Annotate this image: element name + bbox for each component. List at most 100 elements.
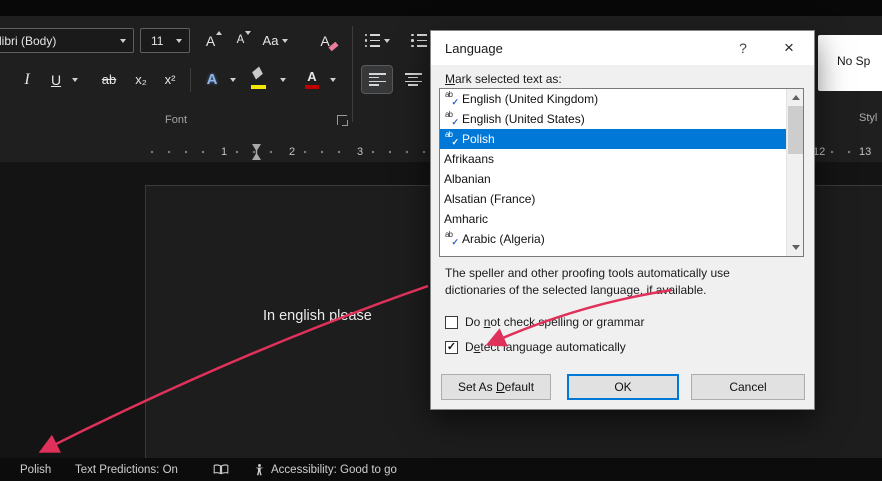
language-option[interactable]: English (United Kingdom): [440, 89, 788, 109]
styles-group-label: Styl: [859, 112, 878, 124]
checkbox-no-spellcheck-label: Do not check spelling or grammar: [465, 315, 645, 329]
divider: [190, 68, 191, 92]
chevron-down-icon: [229, 77, 236, 82]
language-option[interactable]: Albanian: [440, 169, 788, 189]
superscript-button[interactable]: x²: [157, 66, 183, 93]
scrollbar-thumb[interactable]: [788, 106, 803, 154]
language-option[interactable]: Alsatian (France): [440, 189, 788, 209]
indent-marker[interactable]: [252, 144, 261, 160]
font-color-bar: [305, 85, 319, 89]
chevron-down-icon: [120, 38, 126, 43]
titlebar-strip: [0, 0, 882, 16]
spellcheck-icon: [444, 90, 459, 108]
highlight-color-bar: [251, 85, 266, 89]
ruler-mark: 3: [354, 145, 367, 159]
scroll-down-button[interactable]: [787, 239, 803, 256]
checkbox-no-spellcheck[interactable]: Do not check spelling or grammar: [445, 315, 644, 329]
caret-down-icon: [245, 31, 251, 35]
set-as-default-button[interactable]: Set As Default: [441, 374, 551, 400]
language-option-label: English (United Kingdom): [462, 92, 599, 106]
language-option-label: Arabic (Algeria): [462, 232, 545, 246]
language-option[interactable]: Afrikaans: [440, 149, 788, 169]
proofing-book-icon: [213, 463, 229, 476]
text-effects-options-button[interactable]: [226, 66, 239, 93]
style-card-label: No Sp: [837, 54, 871, 68]
align-left-button[interactable]: [362, 66, 392, 93]
chevron-down-icon: [329, 77, 336, 82]
mark-selected-text-label: Mark selected text as:: [445, 72, 562, 86]
checkbox-detect-language[interactable]: Detect language automatically: [445, 340, 626, 354]
bullet-list-button[interactable]: [362, 28, 400, 53]
triangle-up-icon: [791, 95, 800, 100]
language-dialog: Language ? × Mark selected text as: Engl…: [430, 30, 815, 410]
chevron-down-icon: [71, 77, 78, 82]
font-dialog-launcher-icon[interactable]: [337, 115, 348, 126]
font-color-options-button[interactable]: [326, 66, 339, 93]
help-button[interactable]: ?: [720, 31, 766, 65]
checkbox-unchecked-icon: [445, 315, 458, 329]
font-name-value: libri (Body): [0, 33, 57, 48]
language-option-label: Amharic: [444, 212, 489, 226]
highlight-button[interactable]: [246, 66, 274, 93]
highlighter-pen-icon: [252, 66, 263, 80]
font-color-button[interactable]: A: [298, 66, 326, 93]
dialog-button-row: Set As Default OK Cancel: [441, 374, 805, 400]
checkbox-checked-icon: [445, 340, 458, 354]
font-size-select[interactable]: 11: [140, 28, 190, 53]
spellcheck-icon: [444, 110, 459, 128]
grow-font-button[interactable]: A: [196, 28, 225, 53]
shrink-font-button[interactable]: A: [227, 28, 254, 53]
chevron-down-icon: [282, 38, 289, 43]
group-divider: [352, 26, 353, 122]
language-option-label: Afrikaans: [444, 152, 495, 166]
ruler-mark: 13: [856, 145, 875, 159]
clear-formatting-button[interactable]: A: [310, 28, 340, 53]
underline-options-button[interactable]: [68, 66, 81, 93]
cancel-button[interactable]: Cancel: [691, 374, 805, 400]
status-bar: Polish Text Predictions: On Accessibilit…: [0, 458, 882, 481]
language-option[interactable]: Amharic: [440, 209, 788, 229]
text-effects-button[interactable]: A: [198, 66, 226, 93]
ruler-mark: 2: [286, 145, 299, 159]
align-center-button[interactable]: [398, 66, 428, 93]
language-option-selected[interactable]: Polish: [440, 129, 788, 149]
subscript-button[interactable]: x₂: [128, 66, 154, 93]
strikethrough-button[interactable]: ab: [94, 66, 124, 93]
document-text: In english please: [263, 308, 372, 324]
chevron-down-icon: [384, 38, 391, 43]
listbox-scrollbar[interactable]: [786, 89, 803, 256]
ok-button[interactable]: OK: [567, 374, 679, 400]
description-line-2: dictionaries of the selected language, i…: [445, 283, 707, 297]
scroll-up-button[interactable]: [787, 89, 803, 106]
font-name-select[interactable]: libri (Body): [0, 28, 134, 53]
status-accessibility[interactable]: Accessibility: Good to go: [253, 458, 397, 481]
word-window: libri (Body) 11 A A Aa A I U ab x₂ x² A …: [0, 0, 882, 481]
spellcheck-icon: [444, 230, 459, 248]
highlight-options-button[interactable]: [276, 66, 289, 93]
align-center-icon: [404, 73, 422, 86]
status-language[interactable]: Polish: [20, 458, 51, 481]
numbered-list-icon: [411, 34, 427, 48]
language-option-label: Albanian: [444, 172, 491, 186]
status-proofing[interactable]: [213, 458, 229, 481]
language-option[interactable]: English (United States): [440, 109, 788, 129]
style-card-no-spacing[interactable]: No Sp: [818, 35, 882, 91]
language-option-label: Alsatian (France): [444, 192, 536, 206]
proofing-description: The speller and other proofing tools aut…: [445, 265, 730, 299]
italic-button[interactable]: I: [14, 66, 40, 93]
triangle-down-icon: [791, 245, 800, 250]
chevron-down-icon: [176, 38, 182, 43]
language-option[interactable]: Arabic (Algeria): [440, 229, 788, 249]
close-icon[interactable]: ×: [766, 31, 812, 65]
spellcheck-icon: [444, 130, 459, 148]
chevron-down-icon: [279, 77, 286, 82]
status-text-predictions[interactable]: Text Predictions: On: [75, 458, 178, 481]
underline-button[interactable]: U: [44, 66, 68, 93]
description-line-1: The speller and other proofing tools aut…: [445, 266, 730, 280]
ruler-mark: 1: [218, 145, 231, 159]
change-case-button[interactable]: Aa: [258, 28, 300, 53]
dialog-titlebar[interactable]: Language ? ×: [431, 31, 814, 65]
language-option-label: English (United States): [462, 112, 585, 126]
font-size-value: 11: [151, 33, 164, 48]
bullet-list-icon: [365, 34, 381, 48]
